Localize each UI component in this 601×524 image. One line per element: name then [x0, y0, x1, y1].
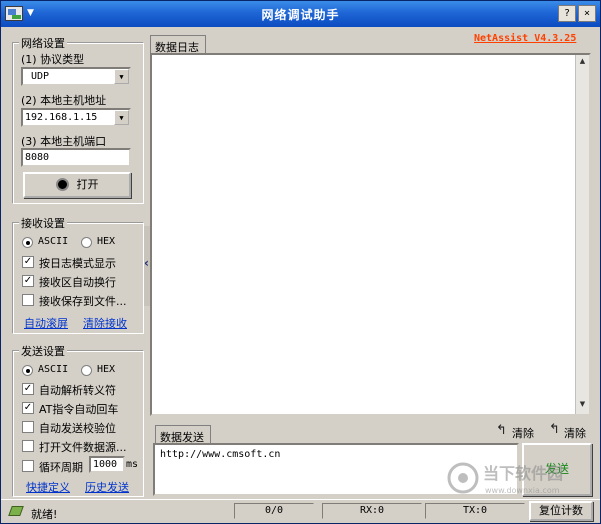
log-scrollbar[interactable]: ▲ ▼: [575, 55, 589, 414]
close-button[interactable]: ×: [578, 5, 596, 22]
receive-log-area[interactable]: ▲ ▼: [150, 53, 591, 416]
receive-settings-legend: 接收设置: [19, 215, 67, 231]
chevron-down-icon[interactable]: ▼: [114, 110, 129, 125]
escape-parse-label: 自动解析转义符: [39, 384, 116, 397]
receive-hex-radio[interactable]: [81, 237, 92, 248]
port-input[interactable]: 8080: [21, 148, 131, 167]
cycle-checkbox[interactable]: [22, 460, 34, 472]
watermark-text-main: 当下软件园: [483, 464, 563, 483]
save-to-file-checkbox[interactable]: [22, 294, 34, 306]
at-autoreturn-checkbox[interactable]: ✓: [22, 402, 34, 414]
clear-history-button[interactable]: 清除: [512, 425, 534, 441]
escape-parse-checkbox[interactable]: ✓: [22, 383, 34, 395]
log-mode-checkbox[interactable]: ✓: [22, 256, 34, 268]
status-text: 就绪!: [31, 508, 58, 521]
reset-count-button[interactable]: 复位计数: [529, 501, 593, 521]
send-hex-radio[interactable]: [81, 365, 92, 376]
send-hex-label: HEX: [97, 364, 116, 375]
watermark-text-sub: www.downxia.com: [485, 486, 560, 495]
chevron-down-icon[interactable]: ▼: [114, 69, 129, 84]
host-select[interactable]: 192.168.1.15 ▼: [21, 108, 131, 127]
rx-counter: RX:0: [322, 503, 422, 519]
receive-ascii-radio[interactable]: [22, 237, 33, 248]
record-icon: [55, 178, 69, 191]
checksum-label: 自动发送校验位: [39, 422, 116, 435]
watermark-logo: 当下软件园 www.downxia.com: [447, 462, 563, 495]
clear-icon: ↰: [496, 423, 507, 438]
counter-display: 0/0: [234, 503, 314, 519]
cycle-label: 循环周期: [39, 461, 83, 474]
receive-settings-group: 接收设置 ASCII HEX ✓ 按日志模式显示 ✓ 接收区自动换行 接收保存到…: [12, 215, 144, 334]
status-bar: 就绪! 0/0 RX:0 TX:0 复位计数: [1, 499, 600, 523]
protocol-select[interactable]: UDP ▼: [21, 67, 131, 86]
auto-wrap-checkbox[interactable]: ✓: [22, 275, 34, 287]
open-button-label: 打开: [76, 178, 99, 191]
network-settings-legend: 网络设置: [19, 35, 67, 51]
protocol-value: UDP: [31, 71, 50, 82]
send-ascii-radio[interactable]: [22, 365, 33, 376]
send-settings-legend: 发送设置: [19, 343, 67, 359]
checksum-checkbox[interactable]: [22, 421, 34, 433]
save-to-file-label: 接收保存到文件...: [39, 295, 127, 308]
scroll-down-icon[interactable]: ▼: [576, 400, 589, 412]
port-label: (3) 本地主机端口: [21, 135, 107, 148]
file-source-checkbox[interactable]: [22, 440, 34, 452]
send-ascii-label: ASCII: [38, 364, 69, 375]
log-mode-label: 按日志模式显示: [39, 257, 116, 270]
host-label: (2) 本地主机地址: [21, 94, 107, 107]
clear-icon: ↰: [549, 422, 560, 437]
receive-hex-label: HEX: [97, 236, 116, 247]
send-text-content: http://www.cmsoft.cn: [160, 449, 281, 460]
version-label: NetAssist V4.3.25: [474, 33, 577, 44]
chevron-left-icon: ‹: [144, 256, 149, 270]
clear-receive-link[interactable]: 清除接收: [83, 315, 127, 331]
tab-data-log[interactable]: 数据日志: [150, 35, 206, 54]
cycle-period-input[interactable]: 1000: [89, 456, 125, 473]
scroll-up-icon[interactable]: ▲: [576, 57, 589, 69]
network-settings-group: 网络设置 (1) 协议类型 UDP ▼ (2) 本地主机地址 192.168.1…: [12, 35, 144, 204]
clear-send-button[interactable]: 清除: [564, 425, 586, 441]
history-send-link[interactable]: 历史发送: [85, 479, 129, 495]
title-bar[interactable]: ▼ 网络调试助手 ? ×: [1, 1, 600, 27]
receive-ascii-label: ASCII: [38, 236, 69, 247]
protocol-label: (1) 协议类型: [21, 53, 85, 66]
send-settings-group: 发送设置 ASCII HEX ✓ 自动解析转义符 ✓ AT指令自动回车 自动发送…: [12, 343, 144, 497]
file-source-label: 打开文件数据源...: [39, 441, 127, 454]
auto-wrap-label: 接收区自动换行: [39, 276, 116, 289]
shortcut-define-link[interactable]: 快捷定义: [26, 479, 70, 495]
at-autoreturn-label: AT指令自动回车: [39, 403, 119, 416]
tab-data-send[interactable]: 数据发送: [155, 425, 211, 444]
help-button[interactable]: ?: [558, 5, 576, 22]
open-button[interactable]: 打开: [23, 172, 131, 198]
status-ready-icon: [8, 506, 24, 516]
host-value: 192.168.1.15: [25, 112, 98, 123]
cycle-unit: ms: [126, 459, 139, 470]
window-title: 网络调试助手: [261, 8, 340, 22]
auto-scroll-link[interactable]: 自动滚屏: [24, 315, 68, 331]
tx-counter: TX:0: [425, 503, 525, 519]
app-window: ▼ 网络调试助手 ? × 网络设置 (1) 协议类型 UDP ▼ (2) 本地主…: [0, 0, 601, 524]
